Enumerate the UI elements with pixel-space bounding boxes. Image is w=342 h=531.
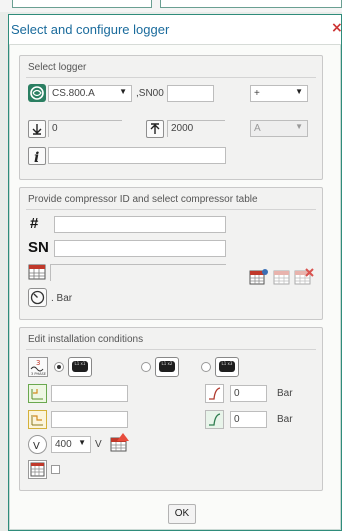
svg-text:3: 3	[36, 359, 40, 367]
pressure-unload-unit: Bar	[277, 414, 293, 425]
compressor-id-input[interactable]	[54, 216, 226, 233]
chevron-down-icon: ▼	[119, 87, 127, 96]
table-delete-icon[interactable]	[294, 268, 314, 286]
divider	[26, 209, 316, 210]
table-grid-icon	[28, 460, 47, 479]
connection-option-1[interactable]: L1 x1	[68, 357, 92, 377]
serial-number-input[interactable]	[167, 85, 214, 102]
unit-select[interactable]: A ▼	[250, 120, 308, 137]
table-select-icon[interactable]	[28, 262, 48, 282]
table-edit-icon[interactable]	[249, 268, 269, 286]
load-icon	[28, 384, 47, 403]
min-range-input[interactable]: 0	[48, 120, 122, 137]
background-tab-right	[160, 0, 342, 8]
dialog-title: Select and configure logger	[11, 22, 170, 37]
voltage-icon: V	[28, 435, 47, 454]
three-phase-icon: 3 3 PHASE	[28, 357, 48, 377]
pressure-unit-label: . Bar	[51, 293, 73, 304]
pressure-load-input[interactable]: 0	[230, 385, 267, 402]
compressor-logo-icon	[28, 84, 46, 102]
pressure-unload-input[interactable]: 0	[230, 411, 267, 428]
sn-label: SN	[28, 239, 49, 256]
select-logger-heading: Select logger	[28, 62, 87, 73]
pressure-unload-icon	[205, 410, 224, 429]
pressure-gauge-button[interactable]	[28, 288, 47, 307]
connection-option-2[interactable]: L1 x2	[155, 357, 179, 377]
window-top-strip	[0, 0, 342, 12]
voltage-unit: V	[95, 439, 102, 450]
svg-text:3 PHASE: 3 PHASE	[31, 372, 46, 376]
sign-select[interactable]: + ▼	[250, 85, 308, 102]
select-logger-panel: Select logger CS.800.A ▼ ,SN00 + ▼ 0 200…	[19, 55, 323, 180]
clamp-icon-label-2: L1 x2	[159, 361, 175, 372]
close-button[interactable]: ×	[331, 20, 341, 36]
min-range-button[interactable]	[28, 120, 46, 138]
voltage-value: 400	[55, 439, 72, 450]
table-warning-icon[interactable]	[109, 432, 131, 454]
divider	[26, 349, 316, 350]
compressor-heading: Provide compressor ID and select compres…	[28, 194, 258, 205]
svg-text:i: i	[34, 150, 39, 164]
dialog-titlebar: Select and configure logger ×	[9, 15, 341, 45]
installation-panel: Edit installation conditions 3 3 PHASE L1…	[19, 327, 323, 491]
connection-option-3[interactable]: L1 x3	[215, 357, 239, 377]
hash-label: #	[30, 215, 39, 232]
compressor-sn-input[interactable]	[54, 240, 226, 257]
ok-button[interactable]: OK	[168, 504, 196, 524]
pressure-gauge-icon	[30, 290, 45, 305]
sign-value: +	[254, 88, 260, 99]
divider	[26, 77, 316, 78]
unload-icon	[28, 410, 47, 429]
max-range-input[interactable]: 2000	[167, 120, 225, 137]
info-icon: i	[34, 150, 39, 166]
connection-radio-2[interactable]	[141, 362, 151, 372]
logger-info-input[interactable]	[48, 147, 226, 164]
arrow-down-icon	[32, 124, 42, 135]
unit-value: A	[254, 123, 261, 134]
voltage-select[interactable]: 400 ▼	[51, 436, 91, 453]
arrow-up-icon	[150, 123, 160, 134]
clamp-icon-label-1: L1 x1	[72, 361, 88, 372]
load-input[interactable]	[51, 385, 128, 402]
connection-radio-3[interactable]	[201, 362, 211, 372]
svg-text:V: V	[33, 441, 40, 452]
chevron-down-icon: ▼	[295, 122, 303, 131]
unload-input[interactable]	[51, 411, 128, 428]
configure-logger-dialog: Select and configure logger × Select log…	[8, 14, 342, 531]
chevron-down-icon: ▼	[78, 438, 86, 447]
clamp-icon-label-3: L1 x3	[219, 361, 235, 372]
info-button[interactable]: i	[28, 147, 46, 166]
table-add-icon[interactable]	[272, 268, 292, 286]
connection-radio-1[interactable]	[54, 362, 64, 372]
pressure-load-icon	[205, 384, 224, 403]
logger-model-select[interactable]: CS.800.A ▼	[48, 85, 132, 102]
max-range-button[interactable]	[146, 120, 164, 138]
chevron-down-icon: ▼	[295, 87, 303, 96]
pressure-load-unit: Bar	[277, 388, 293, 399]
logger-model-value: CS.800.A	[52, 88, 95, 99]
table-checkbox[interactable]	[51, 465, 60, 474]
background-tab-left	[12, 0, 152, 8]
serial-prefix-label: ,SN00	[136, 88, 164, 99]
installation-heading: Edit installation conditions	[28, 334, 144, 345]
compressor-table-input[interactable]	[50, 264, 226, 281]
compressor-panel: Provide compressor ID and select compres…	[19, 187, 323, 320]
